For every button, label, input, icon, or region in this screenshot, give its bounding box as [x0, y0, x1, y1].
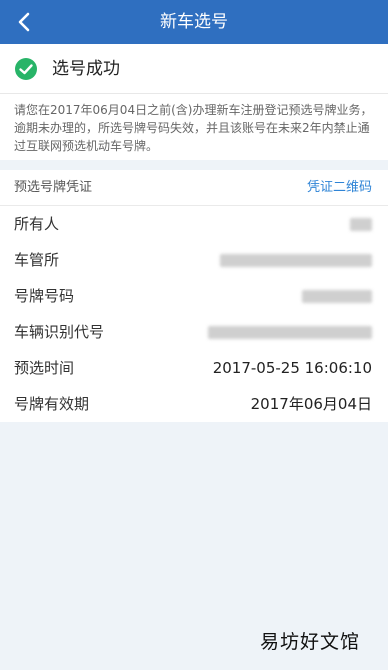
- field-label: 预选时间: [14, 359, 75, 377]
- voucher-title: 预选号牌凭证: [14, 180, 93, 195]
- section-gap: [0, 160, 388, 170]
- redacted-value: [220, 254, 372, 267]
- check-circle-icon: [14, 57, 38, 85]
- watermark-text: 易坊好文馆: [259, 631, 360, 653]
- notice-text: 请您在2017年06月04日之前(含)办理新车注册登记预选号牌业务，逾期未办理的…: [14, 103, 373, 153]
- field-label: 车管所: [14, 251, 60, 269]
- field-row-validity: 号牌有效期 2017年06月04日: [0, 386, 388, 422]
- qr-code-link[interactable]: 凭证二维码: [307, 170, 372, 206]
- redacted-value: [350, 218, 372, 231]
- voucher-header: 预选号牌凭证 凭证二维码: [0, 170, 388, 206]
- field-row-vin: 车辆识别代号: [0, 314, 388, 350]
- success-status-text: 选号成功: [52, 59, 120, 79]
- field-label: 车辆识别代号: [14, 323, 105, 341]
- field-row-owner: 所有人: [0, 206, 388, 242]
- field-value: 2017-05-25 16:06:10: [212, 359, 372, 377]
- top-nav-bar: 新车选号: [0, 0, 388, 44]
- voucher-card: 预选号牌凭证 凭证二维码 所有人 车管所 号牌号码 车辆识别代号 预选时间 20…: [0, 170, 388, 422]
- field-label: 号牌有效期: [14, 395, 90, 413]
- page-title: 新车选号: [160, 12, 228, 32]
- field-row-time: 预选时间 2017-05-25 16:06:10: [0, 350, 388, 386]
- field-label: 所有人: [14, 215, 60, 233]
- field-row-plate: 号牌号码: [0, 278, 388, 314]
- redacted-value: [302, 290, 372, 303]
- field-row-office: 车管所: [0, 242, 388, 278]
- field-label: 号牌号码: [14, 287, 75, 305]
- divider: [0, 93, 388, 94]
- redacted-value: [208, 326, 372, 339]
- field-value: 2017年06月04日: [250, 395, 372, 413]
